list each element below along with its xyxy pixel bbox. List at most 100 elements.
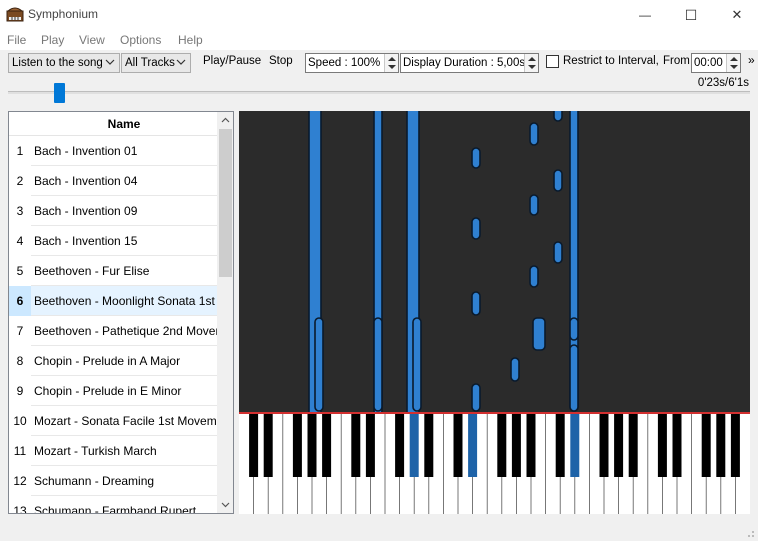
list-item[interactable]: 9 Chopin - Prelude in E Minor xyxy=(9,376,217,406)
maximize-button[interactable]: ☐ xyxy=(668,0,714,30)
close-button[interactable]: ✕ xyxy=(714,0,758,30)
song-name: Beethoven - Pathetique 2nd Movem xyxy=(31,316,217,346)
title-bar: Symphonium — ☐ ✕ xyxy=(0,0,758,30)
progress-track[interactable] xyxy=(8,91,750,94)
time-position-label: 0'23s/6'1s xyxy=(697,77,749,89)
black-key xyxy=(672,413,682,477)
chevron-down-icon xyxy=(176,59,186,65)
play-pause-button[interactable]: Play/Pause xyxy=(203,55,261,67)
progress-slider-thumb[interactable] xyxy=(54,83,65,103)
black-key xyxy=(614,413,624,477)
black-key xyxy=(628,413,638,477)
toolbar: Listen to the song All Tracks Play/Pause… xyxy=(0,50,758,76)
from-stepper[interactable] xyxy=(726,54,740,72)
mode-select-value: Listen to the song xyxy=(12,57,103,69)
speed-spinbox[interactable]: Speed : 100% xyxy=(305,53,399,73)
song-name: Chopin - Prelude in A Major xyxy=(31,346,217,376)
song-name: Mozart - Sonata Facile 1st Moveme xyxy=(31,406,217,436)
black-key xyxy=(424,413,434,477)
menu-file[interactable]: File xyxy=(7,33,26,47)
row-index: 7 xyxy=(9,316,31,346)
menu-play[interactable]: Play xyxy=(41,33,64,47)
list-item[interactable]: 7 Beethoven - Pathetique 2nd Movem xyxy=(9,316,217,346)
song-list[interactable]: Name 1 Bach - Invention 01 2 Bach - Inventi… xyxy=(8,111,234,514)
black-key xyxy=(526,413,536,477)
resize-grip-icon[interactable] xyxy=(745,528,755,538)
duration-stepper[interactable] xyxy=(524,54,538,72)
piano-roll-view[interactable] xyxy=(239,111,750,514)
song-name: Mozart - Turkish March xyxy=(31,436,217,466)
black-key xyxy=(395,413,405,477)
song-name: Bach - Invention 01 xyxy=(31,136,217,166)
list-item[interactable]: 6 Beethoven - Moonlight Sonata 1st xyxy=(9,286,217,316)
black-key xyxy=(263,413,273,477)
black-key xyxy=(351,413,361,477)
display-duration-spinbox[interactable]: Display Duration : 5,00s xyxy=(400,53,539,73)
song-name: Beethoven - Moonlight Sonata 1st xyxy=(31,286,217,316)
scrollbar-thumb[interactable] xyxy=(219,129,232,277)
row-index: 4 xyxy=(9,226,31,256)
row-index: 3 xyxy=(9,196,31,226)
list-item[interactable]: 13 Schumann - Farmband Rupert xyxy=(9,496,217,513)
list-header: Name xyxy=(9,112,217,136)
song-name: Beethoven - Fur Elise xyxy=(31,256,217,286)
minimize-icon: — xyxy=(639,8,651,22)
list-item[interactable]: 5 Beethoven - Fur Elise xyxy=(9,256,217,286)
menu-view[interactable]: View xyxy=(79,33,105,47)
note-bar xyxy=(471,147,481,169)
black-key xyxy=(249,413,259,477)
song-name: Schumann - Farmband Rupert xyxy=(31,496,217,513)
tracks-select[interactable]: All Tracks xyxy=(121,53,191,73)
list-item[interactable]: 8 Chopin - Prelude in A Major xyxy=(9,346,217,376)
note-bar xyxy=(373,317,383,412)
arrow-up-icon xyxy=(388,57,396,61)
menu-options[interactable]: Options xyxy=(120,33,161,47)
name-column-header[interactable]: Name xyxy=(31,117,217,131)
window-title: Symphonium xyxy=(28,7,99,21)
song-name: Chopin - Prelude in E Minor xyxy=(31,376,217,406)
black-key xyxy=(497,413,507,477)
restrict-interval-label: Restrict to Interval, xyxy=(563,55,659,67)
black-key xyxy=(409,413,419,477)
mode-select[interactable]: Listen to the song xyxy=(8,53,120,73)
row-index: 6 xyxy=(9,286,31,316)
stop-button[interactable]: Stop xyxy=(269,55,293,67)
chevron-down-icon[interactable] xyxy=(221,500,230,509)
black-key xyxy=(555,413,565,477)
row-index: 5 xyxy=(9,256,31,286)
list-item[interactable]: 10 Mozart - Sonata Facile 1st Moveme xyxy=(9,406,217,436)
row-index: 10 xyxy=(9,406,31,436)
arrow-down-icon xyxy=(388,65,396,69)
note-bar xyxy=(529,265,539,288)
song-name: Bach - Invention 09 xyxy=(31,196,217,226)
list-item[interactable]: 3 Bach - Invention 09 xyxy=(9,196,217,226)
note-bar xyxy=(553,111,563,122)
menu-help[interactable]: Help xyxy=(178,33,203,47)
note-bar xyxy=(532,317,546,351)
list-scrollbar[interactable] xyxy=(217,112,233,513)
close-icon: ✕ xyxy=(731,7,743,22)
row-index: 11 xyxy=(9,436,31,466)
list-item[interactable]: 1 Bach - Invention 01 xyxy=(9,136,217,166)
list-item[interactable]: 11 Mozart - Turkish March xyxy=(9,436,217,466)
black-key xyxy=(570,413,580,477)
chevron-up-icon[interactable] xyxy=(221,116,230,125)
black-key xyxy=(322,413,332,477)
black-key xyxy=(453,413,463,477)
restrict-interval-checkbox[interactable] xyxy=(546,55,559,68)
black-key xyxy=(730,413,740,477)
from-time-spinbox[interactable]: 00:00 xyxy=(691,53,741,73)
note-bar xyxy=(529,194,539,216)
note-bar xyxy=(569,317,579,341)
list-item[interactable]: 12 Schumann - Dreaming xyxy=(9,466,217,496)
toolbar-overflow-button[interactable]: » xyxy=(748,53,755,67)
song-name: Bach - Invention 04 xyxy=(31,166,217,196)
note-bar xyxy=(471,383,481,412)
row-index: 12 xyxy=(9,466,31,496)
list-item[interactable]: 2 Bach - Invention 04 xyxy=(9,166,217,196)
list-item[interactable]: 4 Bach - Invention 15 xyxy=(9,226,217,256)
speed-stepper[interactable] xyxy=(384,54,398,72)
black-key xyxy=(365,413,375,477)
black-key xyxy=(716,413,726,477)
minimize-button[interactable]: — xyxy=(622,0,668,30)
